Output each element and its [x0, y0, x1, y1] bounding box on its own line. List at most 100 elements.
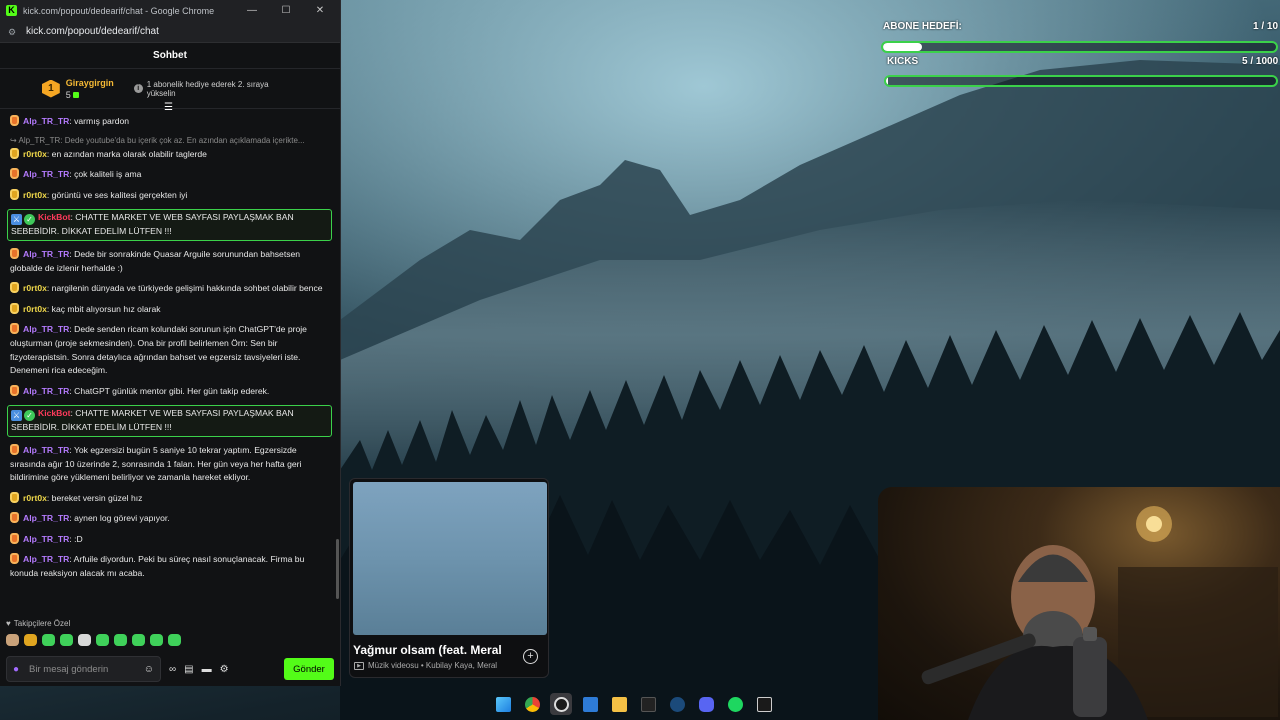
verified-icon: ✓ [24, 214, 35, 226]
chat-username[interactable]: r0rt0x [23, 149, 47, 159]
kicks-icon[interactable]: ∞ [169, 664, 176, 675]
chat-username[interactable]: r0rt0x [23, 283, 47, 293]
chat-scrollbar[interactable] [336, 539, 339, 599]
emoji-icon[interactable]: ☺ [144, 664, 154, 675]
chat-message[interactable]: r0rt0x: görüntü ve ses kalitesi gerçekte… [10, 188, 332, 203]
chat-username[interactable]: Alp_TR_TR [23, 249, 69, 259]
chat-message-text: varmış pardon [74, 116, 130, 126]
chat-username[interactable]: r0rt0x [23, 190, 47, 200]
chat-username[interactable]: r0rt0x [23, 304, 47, 314]
subscriber-badge-icon [10, 147, 19, 159]
chat-message-text: :D [74, 533, 83, 544]
steam-icon[interactable] [666, 693, 688, 715]
subscriber-badge-icon [10, 188, 19, 200]
chat-input[interactable]: ● Bir mesaj gönderin ☺ [6, 656, 161, 682]
top-gifter-name[interactable]: Giraygirgin [66, 78, 114, 88]
chat-username[interactable]: r0rt0x [23, 493, 47, 503]
subscriber-badge-icon [10, 512, 19, 524]
settings-gear-icon[interactable]: ⚙ [220, 664, 229, 675]
chat-message[interactable]: ⚔ ✓ KickBot: CHATTE MARKET VE WEB SAYFASI … [7, 209, 332, 241]
folder-icon[interactable] [608, 693, 630, 715]
kicks-goal-label: KICKS [887, 56, 919, 67]
chat-popout-window: K kick.com/popout/dedearif/chat - Google… [0, 0, 341, 686]
chat-header: Sohbet [0, 43, 340, 69]
poll-icon[interactable]: ▬ [202, 664, 212, 675]
emote[interactable] [24, 634, 37, 646]
chat-message[interactable]: Alp_TR_TR: aynen log görevi yapıyor. [10, 512, 332, 526]
emote[interactable] [96, 634, 109, 646]
chat-username[interactable]: Alp_TR_TR [23, 169, 69, 179]
emote-area: ♥ Takipçilere Özel [0, 615, 340, 646]
chat-message[interactable]: Alp_TR_TR: çok kaliteli iş ama [10, 168, 332, 182]
chat-messages[interactable]: Alp_TR_TR: varmış pardon ↪ Alp_TR_TR: Ded… [0, 109, 340, 615]
chat-username[interactable]: Alp_TR_TR [23, 445, 69, 455]
kicks-goal-bar [884, 75, 1278, 87]
subscriber-badge-icon [10, 323, 19, 335]
kicks-goal-value: 5 / 1000 [1242, 56, 1279, 67]
chat-message[interactable]: Alp_TR_TR: :D [10, 532, 332, 547]
chrome-icon[interactable] [521, 693, 543, 715]
chat-message[interactable]: r0rt0x: en azından marka olarak olabilir… [10, 147, 332, 162]
kick-logo-icon: K [6, 5, 17, 16]
microphone-icon[interactable]: ● [13, 664, 19, 675]
chat-message[interactable]: r0rt0x: kaç mbit alıyorsun hız olarak [10, 302, 332, 317]
close-icon[interactable]: ✕ [306, 5, 334, 16]
chat-message[interactable]: Alp_TR_TR: varmış pardon [10, 115, 332, 129]
chat-username[interactable]: KickBot [38, 212, 70, 222]
chat-message[interactable]: Alp_TR_TR: ChatGPT günlük mentor gibi. H… [10, 384, 332, 399]
subscriber-badge-icon [10, 282, 19, 294]
emote[interactable] [168, 634, 181, 646]
chat-message[interactable]: Alp_TR_TR: Dede senden ricam kolundaki s… [10, 323, 332, 377]
emote[interactable] [42, 634, 55, 646]
chat-message-text: görüntü ve ses kalitesi gerçekten iyi [51, 189, 188, 200]
chat-username[interactable]: Alp_TR_TR [23, 116, 69, 126]
chat-message[interactable]: ⚔ ✓ KickBot: CHATTE MARKET VE WEB SAYFASI … [7, 405, 332, 437]
chat-message[interactable]: Alp_TR_TR: Dede bir sonrakinde Quasar Ar… [10, 247, 332, 275]
chat-username[interactable]: Alp_TR_TR [23, 324, 69, 334]
bot-badges: ⚔ ✓ [11, 214, 35, 226]
epic-alt-icon[interactable] [637, 693, 659, 715]
chat-username[interactable]: Alp_TR_TR [23, 554, 69, 564]
chat-message[interactable]: r0rt0x: bereket versin güzel hız [10, 491, 332, 506]
kicks-goal-fill [886, 77, 888, 85]
sub-goal-fill [883, 43, 923, 51]
store-icon[interactable] [579, 693, 601, 715]
epic-games-icon[interactable] [753, 693, 775, 715]
emote[interactable] [132, 634, 145, 646]
emote[interactable] [60, 634, 73, 646]
chat-message-text: kaç mbit alıyorsun hız olarak [51, 303, 161, 314]
chat-username[interactable]: Alp_TR_TR [23, 534, 69, 544]
sub-goal-bar [881, 41, 1278, 53]
site-info-icon[interactable]: ⚙ [8, 27, 18, 37]
reply-preview[interactable]: ↪ Alp_TR_TR: Dede youtube'da bu içerik ç… [10, 136, 332, 145]
windows-icon[interactable] [492, 693, 514, 715]
chat-message[interactable]: Alp_TR_TR: Yok egzersizi bugün 5 saniye … [10, 443, 332, 485]
chat-message[interactable]: r0rt0x: nargilenin dünyada ve türkiyede … [10, 282, 332, 296]
spotify-icon[interactable] [724, 693, 746, 715]
emote[interactable] [78, 634, 91, 646]
maximize-icon[interactable]: ☐ [272, 5, 300, 16]
now-playing-card[interactable]: Yağmur olsam (feat. Meral ▶ Müzik videos… [349, 478, 549, 678]
emote-section-label: ♥ Takipçilere Özel [6, 619, 71, 628]
emote[interactable] [150, 634, 163, 646]
video-title: Yağmur olsam (feat. Meral [353, 643, 502, 657]
chat-username[interactable]: KickBot [38, 408, 70, 418]
bot-badges: ⚔ ✓ [11, 410, 35, 422]
add-icon[interactable]: + [523, 649, 538, 664]
gift-box-icon[interactable]: ▤ [184, 664, 193, 675]
gifter-prompt: i1 abonelik hediye ederek 2. sıraya yüks… [133, 80, 298, 98]
obs-icon[interactable] [550, 693, 572, 715]
url-text: kick.com/popout/dedearif/chat [26, 26, 159, 37]
emote[interactable] [6, 634, 19, 646]
heart-icon: ♥ [6, 619, 11, 628]
chat-message[interactable]: Alp_TR_TR: Arfuile diyordun. Peki bu sür… [10, 553, 332, 580]
address-bar[interactable]: ⚙ kick.com/popout/dedearif/chat [0, 21, 340, 43]
subscriber-badge-icon [10, 115, 19, 126]
chat-username[interactable]: Alp_TR_TR [23, 513, 69, 523]
send-button[interactable]: Gönder [284, 658, 334, 680]
emote[interactable] [114, 634, 127, 646]
subscriber-badge-icon [10, 553, 19, 565]
chat-username[interactable]: Alp_TR_TR [23, 386, 69, 396]
discord-icon[interactable] [695, 693, 717, 715]
minimize-icon[interactable]: — [238, 5, 266, 16]
